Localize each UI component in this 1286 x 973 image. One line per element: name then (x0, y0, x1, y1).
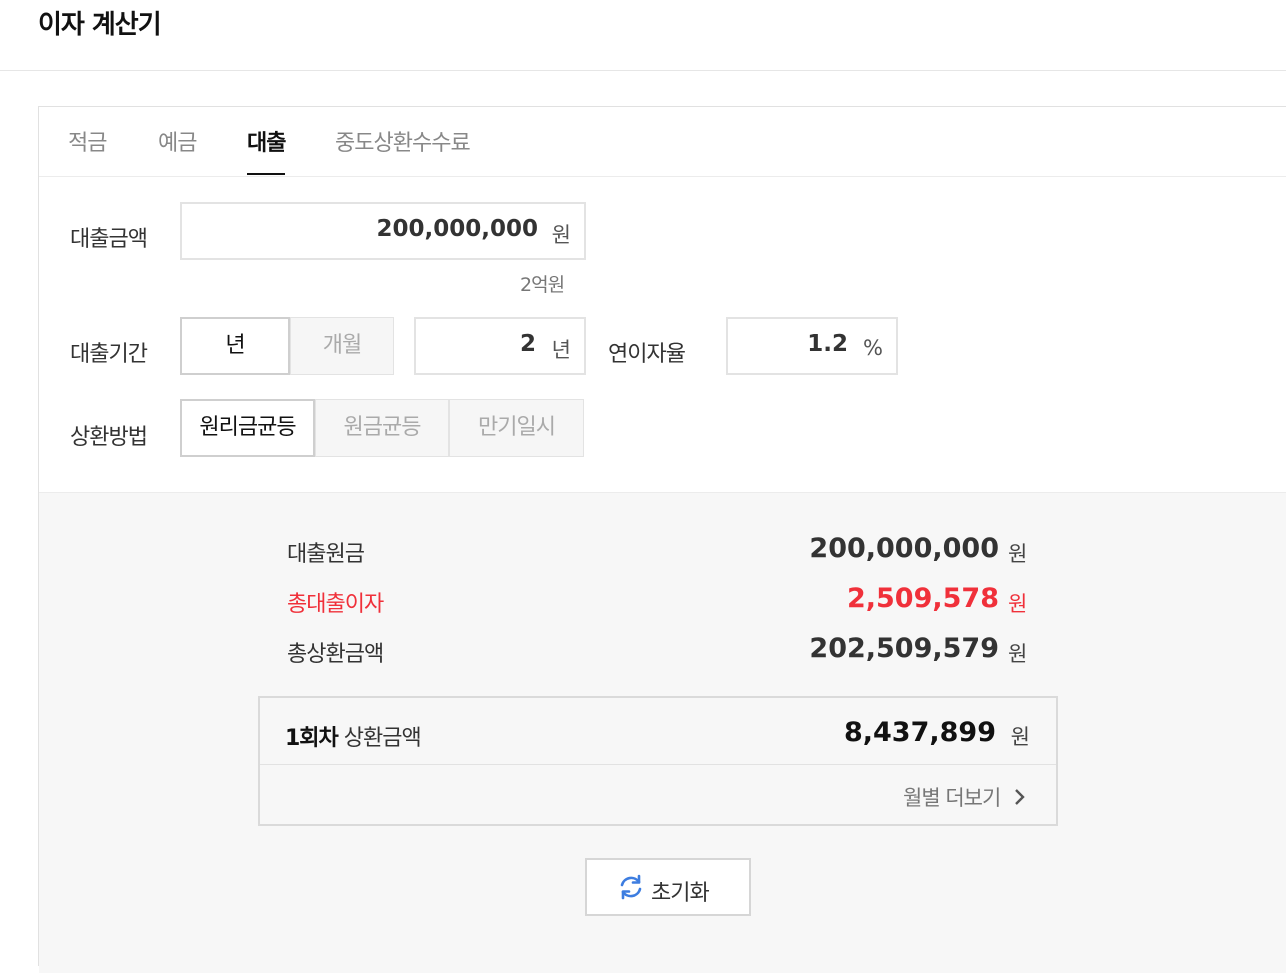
tab-prepayment-fee[interactable]: 중도상환수수료 (335, 125, 471, 175)
method-equal-payment[interactable]: 원리금균등 (180, 399, 315, 457)
period-unit-toggle: 년 개월 (180, 317, 394, 375)
first-payment-text: 상환금액 (343, 726, 422, 751)
total-repayment-unit: 원 (1008, 642, 1028, 666)
loan-period-input[interactable]: 2 년 (414, 317, 586, 375)
first-payment-round: 1회차 (285, 726, 339, 751)
loan-period-label: 대출기간 (70, 342, 148, 367)
page-title: 이자 계산기 (38, 10, 162, 40)
total-interest-unit: 원 (1008, 592, 1028, 616)
installment-divider (260, 764, 1056, 765)
repayment-method-toggle: 원리금균등 원금균등 만기일시 (180, 399, 584, 457)
interest-rate-value: 1.2 (807, 331, 848, 357)
method-bullet[interactable]: 만기일시 (449, 399, 584, 457)
principal-unit: 원 (1008, 542, 1028, 566)
tab-loan[interactable]: 대출 (247, 125, 286, 175)
first-payment-label: 1회차 상환금액 (285, 720, 422, 752)
repayment-method-label: 상환방법 (70, 425, 148, 450)
loan-amount-unit: 원 (551, 223, 571, 247)
interest-rate-unit: % (863, 336, 883, 360)
monthly-more-link[interactable]: 월별 더보기 (903, 782, 1026, 812)
tab-bar: 적금 예금 대출 중도상환수수료 (39, 107, 1286, 177)
title-divider (0, 70, 1286, 71)
loan-amount-input[interactable]: 200,000,000 원 (180, 202, 586, 260)
period-unit-year[interactable]: 년 (180, 317, 290, 375)
loan-period-unit: 년 (551, 338, 571, 362)
chevron-right-icon (1015, 789, 1025, 805)
loan-period-value: 2 (519, 331, 536, 357)
monthly-more-label: 월별 더보기 (903, 786, 1001, 810)
total-repayment-value: 202,509,579 (809, 633, 999, 664)
method-equal-principal[interactable]: 원금균등 (315, 399, 449, 457)
interest-rate-label: 연이자율 (608, 342, 686, 367)
refresh-icon (620, 874, 642, 900)
total-interest-value: 2,509,578 (846, 583, 999, 614)
loan-amount-value: 200,000,000 (376, 216, 538, 242)
calculator-card: 적금 예금 대출 중도상환수수료 대출금액 200,000,000 원 2억원 … (38, 106, 1286, 973)
first-payment-unit: 원 (1010, 725, 1030, 749)
tab-deposit[interactable]: 예금 (158, 125, 197, 175)
total-repayment-label: 총상환금액 (287, 642, 384, 667)
principal-value: 200,000,000 (809, 533, 999, 564)
reset-label: 초기화 (651, 881, 710, 906)
reset-button[interactable]: 초기화 (585, 858, 751, 916)
installment-box: 1회차 상환금액 8,437,899 원 월별 더보기 (258, 696, 1058, 826)
period-unit-month[interactable]: 개월 (290, 317, 394, 375)
interest-rate-input[interactable]: 1.2 % (726, 317, 898, 375)
loan-amount-hint: 2억원 (520, 274, 565, 296)
principal-label: 대출원금 (287, 542, 365, 567)
loan-amount-label: 대출금액 (70, 227, 148, 252)
total-interest-label: 총대출이자 (287, 592, 384, 617)
tab-savings[interactable]: 적금 (68, 125, 107, 175)
results-panel: 대출원금 200,000,000 원 총대출이자 2,509,578 원 총상환… (39, 492, 1286, 973)
first-payment-value: 8,437,899 (843, 717, 996, 748)
